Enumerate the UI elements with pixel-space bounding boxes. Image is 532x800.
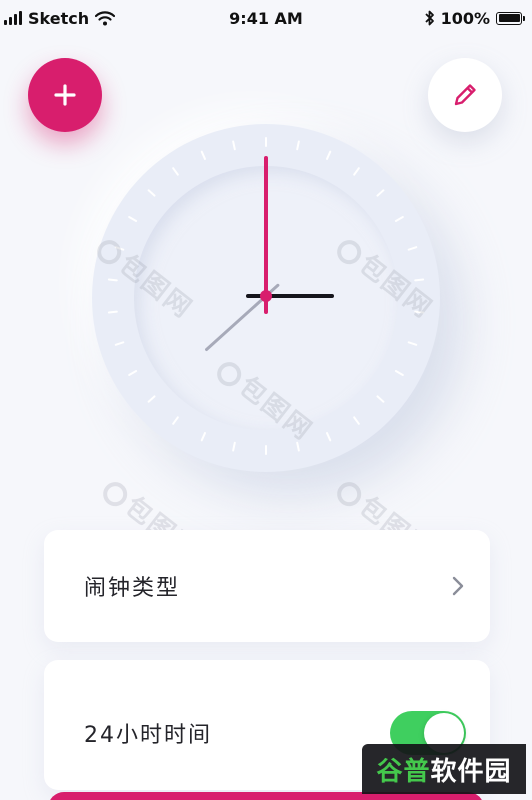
clock-tick: [107, 278, 118, 282]
clock-tick: [414, 278, 425, 282]
pencil-icon: [454, 84, 476, 106]
clock-tick: [200, 150, 206, 160]
status-bar: Sketch 9:41 AM 100%: [0, 0, 532, 36]
clock-tick: [296, 441, 300, 452]
status-right: 100%: [424, 8, 525, 28]
clock-tick: [414, 310, 425, 314]
clock-tick: [407, 246, 418, 251]
clock-tick: [128, 216, 138, 222]
clock-tick: [114, 341, 125, 346]
clock-tick: [394, 216, 404, 222]
bluetooth-icon: [424, 10, 434, 26]
clock-tick: [326, 150, 332, 160]
signal-icon: [4, 11, 22, 25]
clock-tick: [407, 341, 418, 346]
clock-tick: [107, 310, 118, 314]
clock-tick: [232, 140, 236, 151]
battery-icon: [496, 11, 525, 25]
edit-button[interactable]: [428, 58, 502, 132]
clock-tick: [376, 189, 385, 197]
clock-tick: [296, 140, 300, 151]
status-left: Sketch: [4, 8, 116, 28]
plus-icon: [54, 84, 76, 106]
battery-percent: 100%: [440, 8, 490, 28]
clock-tick: [326, 432, 332, 442]
carrier-name: Sketch: [28, 8, 90, 28]
wifi-icon: [95, 10, 116, 25]
clock-tick: [147, 395, 156, 403]
alarm-type-label: 闹钟类型: [84, 576, 181, 601]
clock-tick: [200, 432, 206, 442]
clock-tick: [394, 370, 404, 376]
clock-tick: [172, 416, 179, 425]
clock-center-pin: [260, 290, 272, 302]
watermark-badge: 谷普 软件园: [362, 744, 526, 794]
analog-clock: [92, 124, 440, 472]
format-24h-label: 24小时时间: [84, 723, 212, 748]
clock-tick: [128, 370, 138, 376]
clock-hands-layer: [107, 137, 425, 455]
clock-tick: [114, 246, 125, 251]
clock-tick: [147, 189, 156, 197]
clock-tick: [353, 167, 360, 176]
clock-tick: [353, 416, 360, 425]
clock-tick: [232, 441, 236, 452]
alarm-type-row[interactable]: 闹钟类型: [44, 530, 490, 642]
clock-tick: [376, 395, 385, 403]
add-alarm-button[interactable]: [28, 58, 102, 132]
chevron-right-icon: [452, 576, 464, 596]
clock-tick: [172, 167, 179, 176]
